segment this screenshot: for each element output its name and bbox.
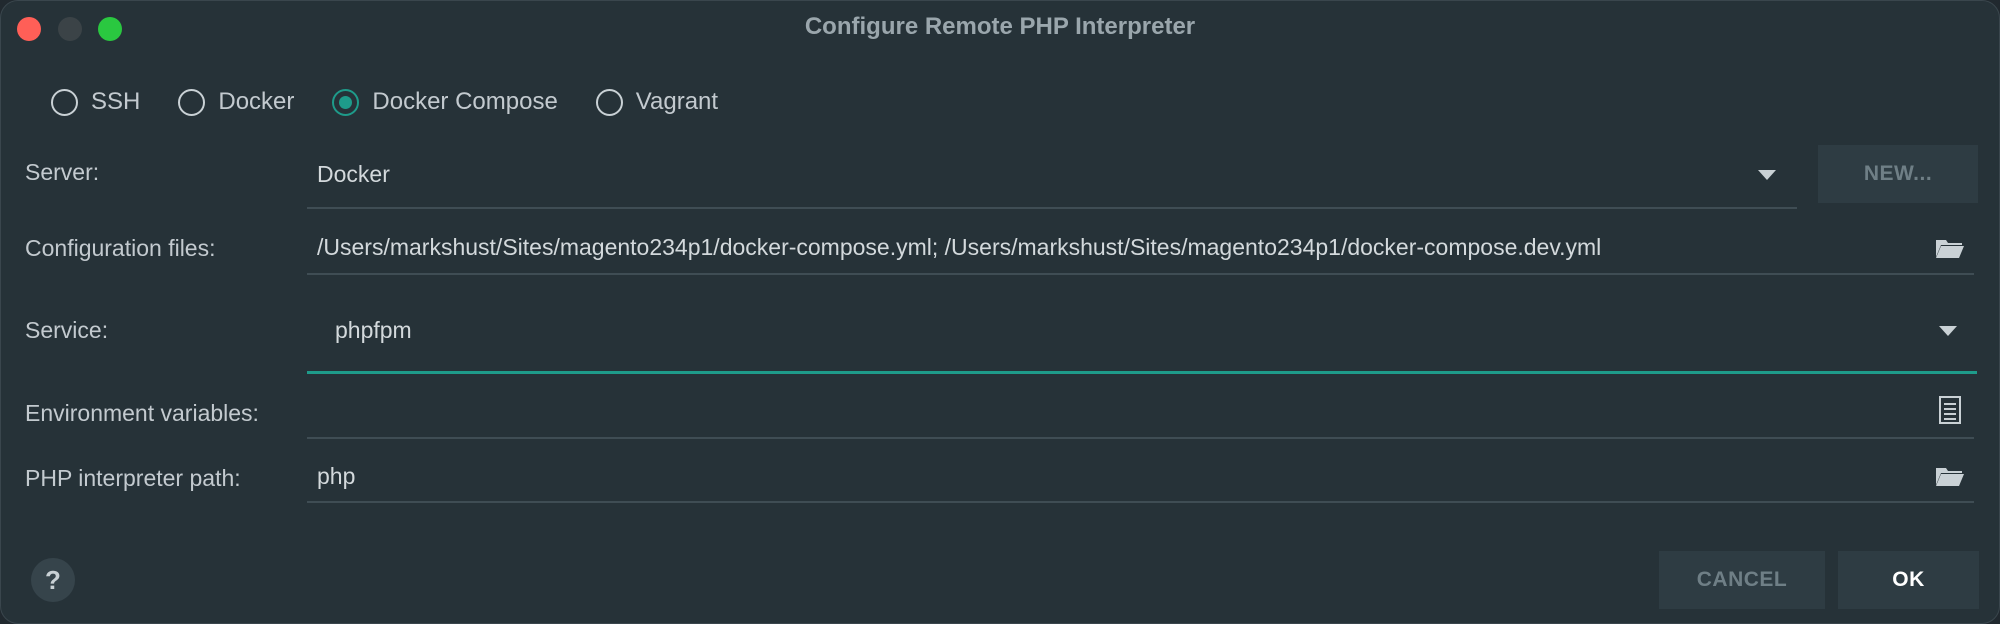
new-server-button[interactable]: NEW... <box>1818 145 1978 203</box>
folder-icon[interactable] <box>1935 237 1965 264</box>
radio-docker-compose[interactable]: Docker Compose <box>332 88 558 116</box>
radio-docker[interactable]: Docker <box>178 88 294 116</box>
environment-variables-field[interactable] <box>307 383 1974 439</box>
configuration-files-value: /Users/markshust/Sites/magento234p1/dock… <box>317 234 1602 260</box>
dialog-title: Configure Remote PHP Interpreter <box>804 13 1196 40</box>
chevron-down-icon[interactable] <box>1939 326 1957 336</box>
radio-label-docker-compose: Docker Compose <box>372 88 558 115</box>
server-select[interactable]: Docker <box>307 145 1797 209</box>
ok-button[interactable]: OK <box>1838 551 1979 609</box>
php-interpreter-path-label: PHP interpreter path: <box>25 465 241 491</box>
environment-variables-label: Environment variables: <box>25 400 259 426</box>
radio-label-vagrant: Vagrant <box>635 88 719 115</box>
help-button[interactable]: ? <box>31 558 75 602</box>
configuration-files-field[interactable]: /Users/markshust/Sites/magento234p1/dock… <box>307 219 1974 275</box>
connection-type-radio-group: SSH Docker Docker Compose Vagrant <box>51 86 756 118</box>
radio-circle[interactable] <box>178 88 206 116</box>
service-label: Service: <box>25 317 109 343</box>
server-label: Server: <box>25 159 100 185</box>
radio-ssh[interactable]: SSH <box>51 88 140 116</box>
php-interpreter-path-value: php <box>317 463 356 489</box>
configuration-files-label: Configuration files: <box>25 235 216 261</box>
radio-vagrant[interactable]: Vagrant <box>595 88 719 116</box>
folder-icon[interactable] <box>1935 465 1965 492</box>
php-interpreter-path-field[interactable]: php <box>307 447 1974 503</box>
cancel-button[interactable]: CANCEL <box>1659 551 1825 609</box>
radio-circle[interactable] <box>51 88 78 116</box>
radio-circle-selected[interactable] <box>332 88 360 116</box>
chevron-down-icon[interactable] <box>1758 170 1776 180</box>
dialog-window: Configure Remote PHP Interpreter SSH Doc… <box>0 0 2000 624</box>
radio-label-ssh: SSH <box>91 88 141 115</box>
document-icon[interactable] <box>1939 396 1961 429</box>
radio-label-docker: Docker <box>218 88 295 115</box>
service-select[interactable]: phpfpm <box>307 297 1977 374</box>
service-select-value: phpfpm <box>335 317 412 343</box>
server-select-value: Docker <box>317 161 390 187</box>
radio-circle[interactable] <box>595 88 623 116</box>
title-bar: Configure Remote PHP Interpreter <box>1 1 1999 53</box>
